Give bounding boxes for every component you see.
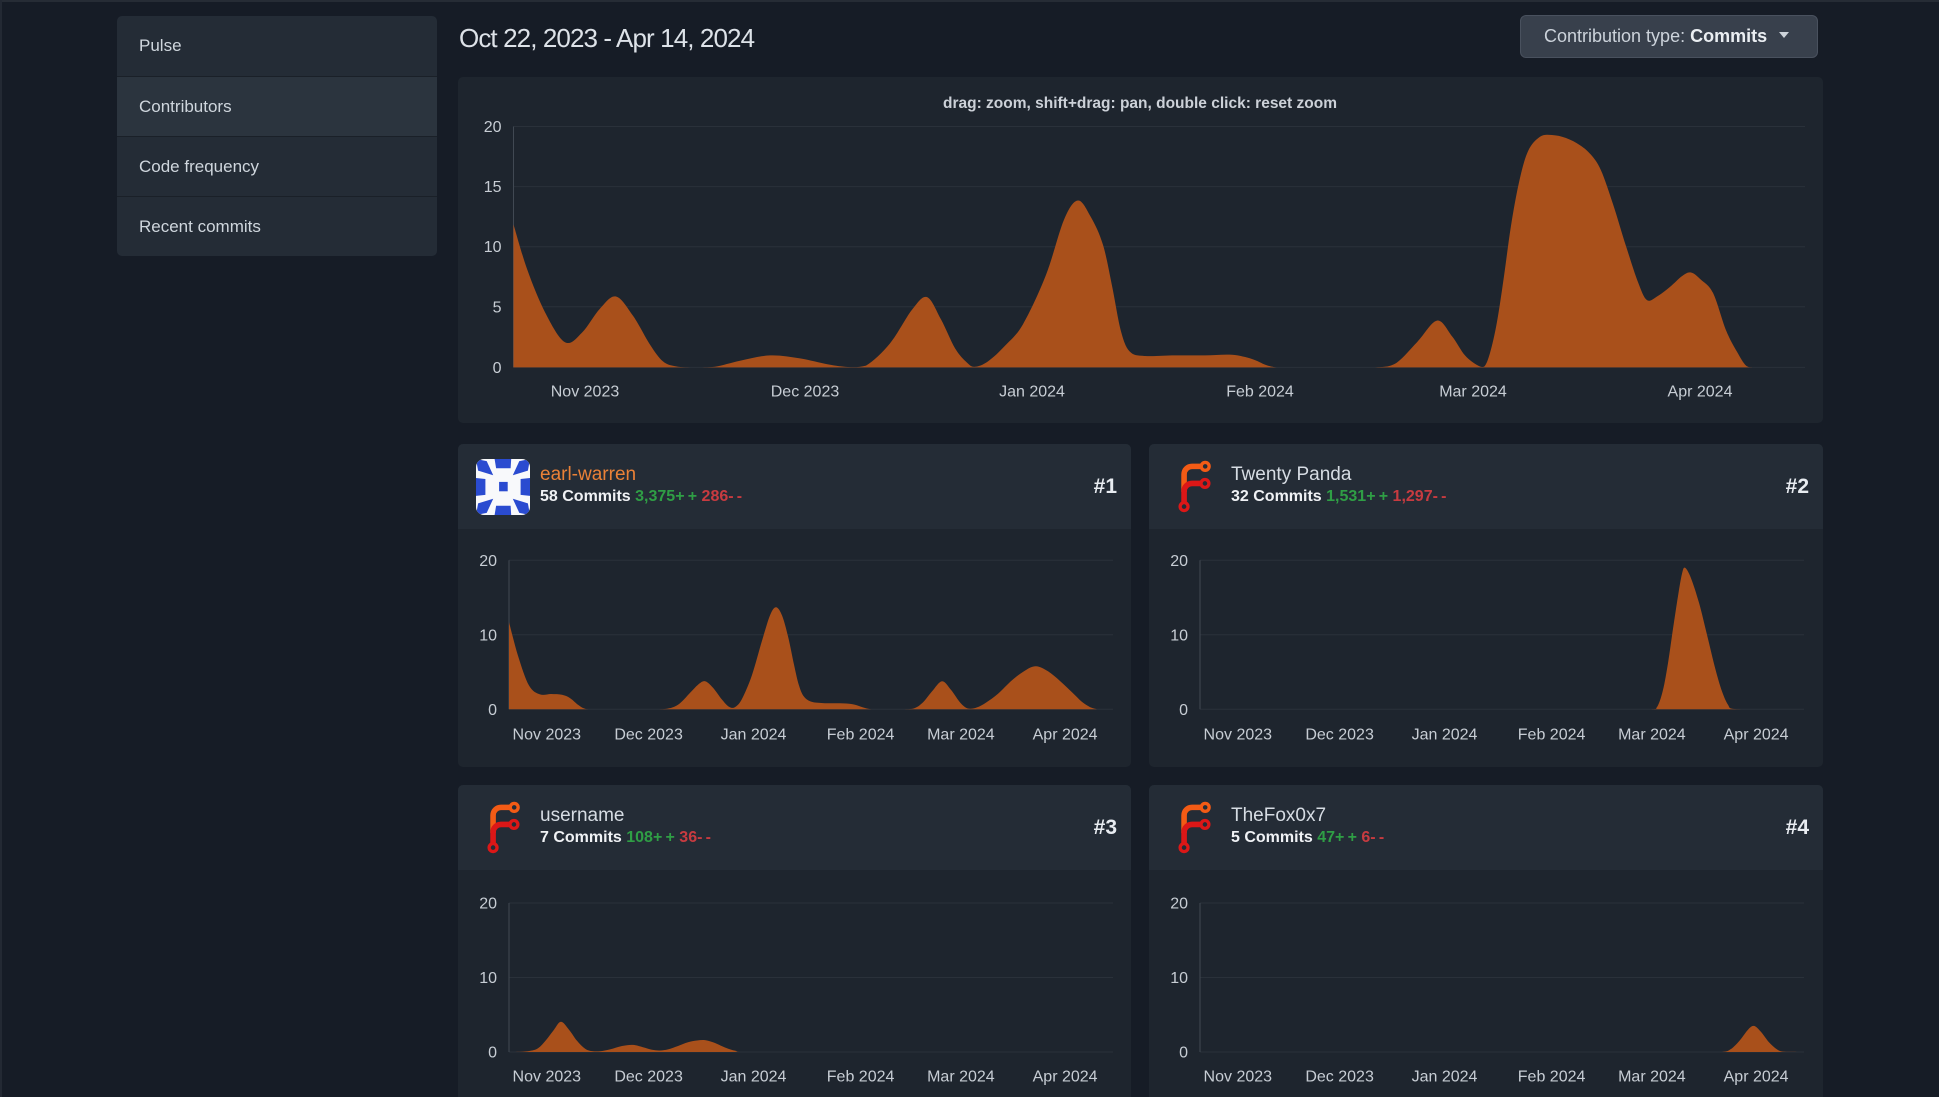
svg-text:Jan 2024: Jan 2024 — [721, 727, 787, 744]
svg-text:10: 10 — [479, 970, 497, 987]
svg-text:20: 20 — [479, 553, 497, 570]
svg-text:20: 20 — [1170, 553, 1188, 570]
svg-text:20: 20 — [484, 119, 502, 136]
svg-text:Jan 2024: Jan 2024 — [721, 1069, 787, 1086]
svg-text:Mar 2024: Mar 2024 — [927, 727, 995, 744]
svg-text:20: 20 — [479, 896, 497, 913]
svg-text:Mar 2024: Mar 2024 — [1618, 1069, 1686, 1086]
svg-text:Dec 2023: Dec 2023 — [771, 384, 840, 401]
svg-text:Dec 2023: Dec 2023 — [1305, 1069, 1374, 1086]
svg-text:Nov 2023: Nov 2023 — [513, 727, 582, 744]
svg-text:Apr 2024: Apr 2024 — [1033, 1069, 1098, 1086]
svg-text:10: 10 — [479, 627, 497, 644]
svg-text:Apr 2024: Apr 2024 — [1668, 384, 1733, 401]
svg-text:Dec 2023: Dec 2023 — [614, 1069, 683, 1086]
svg-text:Jan 2024: Jan 2024 — [1412, 1069, 1478, 1086]
svg-text:Feb 2024: Feb 2024 — [827, 727, 895, 744]
svg-text:Nov 2023: Nov 2023 — [513, 1069, 582, 1086]
svg-text:Jan 2024: Jan 2024 — [999, 384, 1065, 401]
svg-text:0: 0 — [493, 360, 502, 377]
svg-text:15: 15 — [484, 179, 502, 196]
svg-text:Dec 2023: Dec 2023 — [614, 727, 683, 744]
svg-text:Jan 2024: Jan 2024 — [1412, 727, 1478, 744]
svg-text:Apr 2024: Apr 2024 — [1033, 727, 1098, 744]
svg-text:Dec 2023: Dec 2023 — [1305, 727, 1374, 744]
svg-text:Nov 2023: Nov 2023 — [551, 384, 620, 401]
svg-text:Apr 2024: Apr 2024 — [1724, 1069, 1789, 1086]
svg-text:0: 0 — [1179, 1045, 1188, 1062]
svg-text:Mar 2024: Mar 2024 — [927, 1069, 995, 1086]
svg-text:0: 0 — [488, 1045, 497, 1062]
svg-text:Mar 2024: Mar 2024 — [1439, 384, 1507, 401]
svg-text:Mar 2024: Mar 2024 — [1618, 727, 1686, 744]
svg-text:20: 20 — [1170, 896, 1188, 913]
svg-text:Feb 2024: Feb 2024 — [1518, 1069, 1586, 1086]
svg-text:Nov 2023: Nov 2023 — [1204, 1069, 1273, 1086]
svg-text:Feb 2024: Feb 2024 — [1518, 727, 1586, 744]
svg-text:10: 10 — [484, 239, 502, 256]
svg-text:Feb 2024: Feb 2024 — [827, 1069, 895, 1086]
svg-text:0: 0 — [488, 702, 497, 719]
svg-text:10: 10 — [1170, 627, 1188, 644]
svg-text:10: 10 — [1170, 970, 1188, 987]
svg-text:0: 0 — [1179, 702, 1188, 719]
svg-text:Apr 2024: Apr 2024 — [1724, 727, 1789, 744]
svg-text:Nov 2023: Nov 2023 — [1204, 727, 1273, 744]
svg-text:drag: zoom, shift+drag: pan, d: drag: zoom, shift+drag: pan, double clic… — [943, 95, 1337, 112]
svg-text:Feb 2024: Feb 2024 — [1226, 384, 1294, 401]
svg-text:5: 5 — [493, 299, 502, 316]
